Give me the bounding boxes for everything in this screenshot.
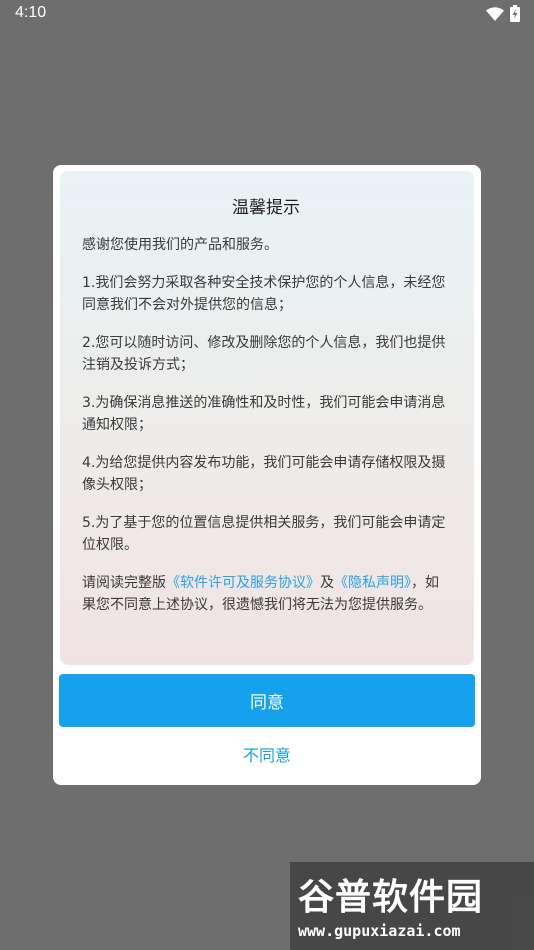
watermark-title: 谷普软件园 xyxy=(298,877,484,918)
agree-button[interactable]: 同意 xyxy=(59,674,475,727)
policy-item-2: 2.您可以随时访问、修改及删除您的个人信息，我们也提供注销及投诉方式； xyxy=(82,335,446,373)
watermark-url: www.gupuxiazai.com xyxy=(298,922,461,940)
status-bar: 4:10 xyxy=(0,0,534,28)
status-time: 4:10 xyxy=(15,4,47,21)
dialog-content: 温馨提示 感谢您使用我们的产品和服务。 1.我们会努力采取各种安全技术保护您的个… xyxy=(60,171,474,665)
policy-item-3: 3.为确保消息推送的准确性和及时性，我们可能会申请消息通知权限； xyxy=(82,395,446,433)
dialog-title: 温馨提示 xyxy=(232,198,300,218)
disagree-button[interactable]: 不同意 xyxy=(167,737,367,771)
status-icons xyxy=(486,5,520,26)
wifi-icon xyxy=(486,6,504,25)
closing-prefix: 请阅读完整版 xyxy=(82,575,166,591)
closing-text: 请阅读完整版《软件许可及服务协议》及《隐私声明》，如果您不同意上述协议，很遗憾我… xyxy=(82,572,450,616)
closing-middle: 及 xyxy=(320,575,334,591)
policy-item-4: 4.为给您提供内容发布功能，我们可能会申请存储权限及摄像头权限； xyxy=(82,455,446,493)
watermark: 谷普软件园 www.gupuxiazai.com xyxy=(290,862,534,950)
license-agreement-link[interactable]: 《软件许可及服务协议》 xyxy=(166,575,320,591)
battery-charging-icon xyxy=(510,5,520,26)
privacy-dialog: 温馨提示 感谢您使用我们的产品和服务。 1.我们会努力采取各种安全技术保护您的个… xyxy=(53,165,481,785)
privacy-statement-link[interactable]: 《隐私声明》 xyxy=(334,575,411,591)
intro-text: 感谢您使用我们的产品和服务。 xyxy=(82,237,278,253)
policy-item-1: 1.我们会努力采取各种安全技术保护您的个人信息，未经您同意我们不会对外提供您的信… xyxy=(82,275,446,313)
policy-item-5: 5.为了基于您的位置信息提供相关服务，我们可能会申请定位权限。 xyxy=(82,515,446,553)
